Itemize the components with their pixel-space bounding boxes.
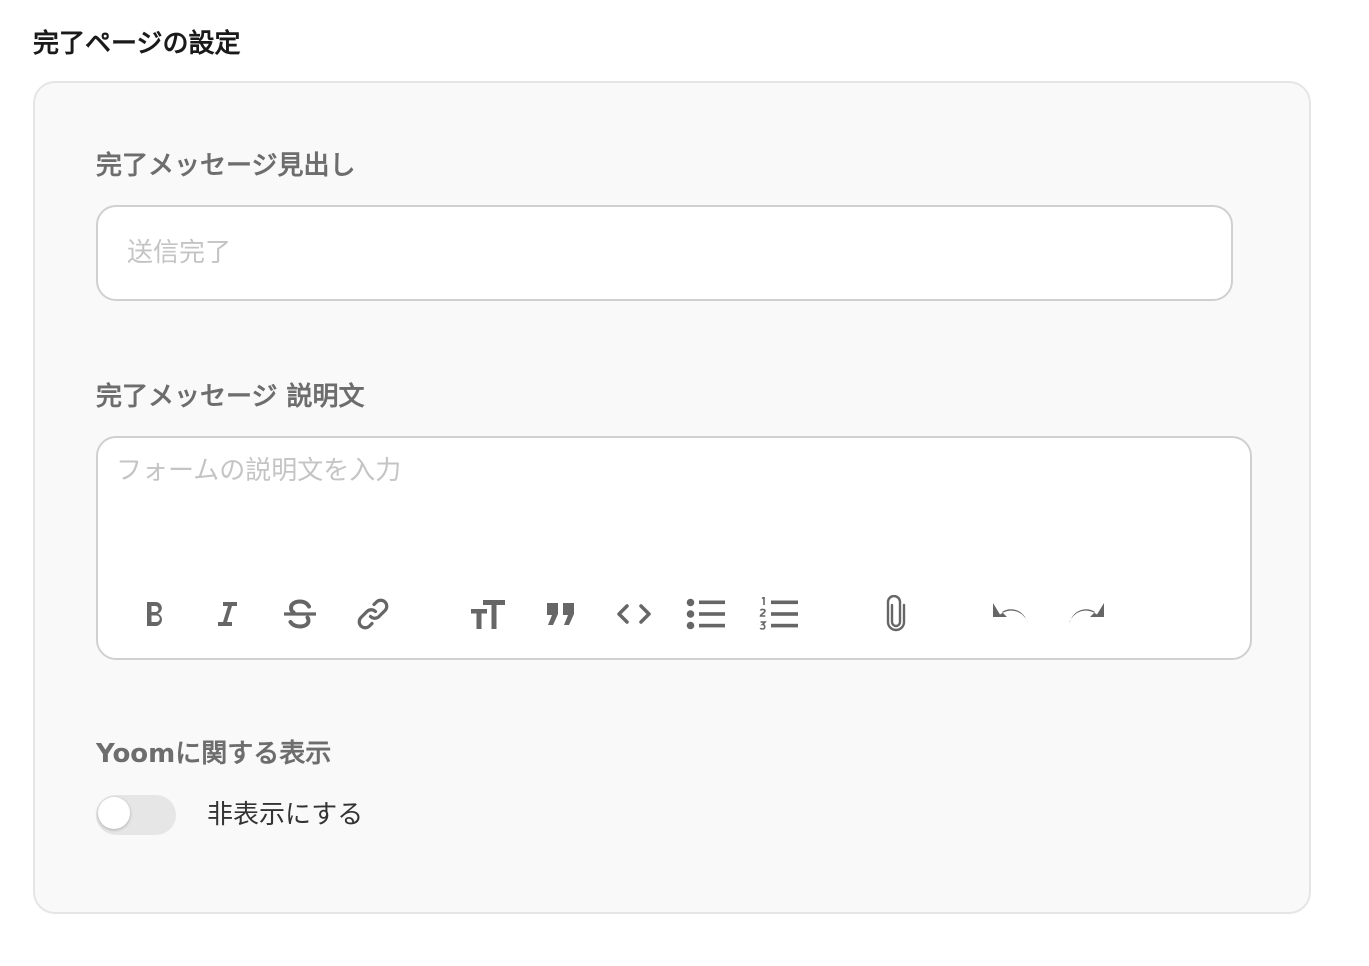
link-icon	[357, 598, 389, 630]
redo-icon	[1069, 603, 1104, 624]
heading-field-label: 完了メッセージ見出し	[96, 151, 356, 181]
attach-button[interactable]	[874, 592, 918, 636]
bullet-list-button[interactable]	[684, 592, 728, 636]
quote-button[interactable]	[539, 592, 583, 636]
code-icon	[617, 604, 651, 624]
code-button[interactable]	[612, 592, 656, 636]
hide-yoom-toggle[interactable]	[96, 795, 176, 835]
quote-icon	[547, 603, 574, 625]
bold-icon	[147, 602, 162, 626]
paperclip-icon	[886, 595, 906, 632]
section-title: 完了ページの設定	[33, 29, 241, 59]
link-button[interactable]	[351, 592, 395, 636]
undo-button[interactable]	[990, 592, 1034, 636]
heading-button[interactable]	[466, 592, 510, 636]
italic-icon	[218, 602, 237, 626]
yoom-display-label: Yoomに関する表示	[96, 739, 332, 769]
bold-button[interactable]	[133, 592, 177, 636]
toggle-knob	[98, 797, 130, 829]
bullet-list-icon	[686, 598, 725, 630]
heading-input[interactable]	[96, 205, 1233, 301]
numbered-list-icon	[759, 597, 798, 630]
description-field-label: 完了メッセージ 説明文	[96, 382, 365, 412]
undo-icon	[993, 603, 1028, 624]
strikethrough-icon	[284, 599, 316, 629]
description-editor[interactable]: フォームの説明文を入力	[96, 436, 1252, 660]
redo-button[interactable]	[1063, 592, 1107, 636]
strikethrough-button[interactable]	[278, 592, 322, 636]
hide-yoom-toggle-label[interactable]: 非表示にする	[207, 798, 363, 832]
italic-button[interactable]	[205, 592, 249, 636]
description-placeholder[interactable]: フォームの説明文を入力	[116, 454, 1232, 504]
text-size-icon	[471, 600, 505, 629]
numbered-list-button[interactable]	[757, 592, 801, 636]
completion-settings-panel: 完了メッセージ見出し 完了メッセージ 説明文 フォームの説明文を入力	[33, 81, 1311, 914]
